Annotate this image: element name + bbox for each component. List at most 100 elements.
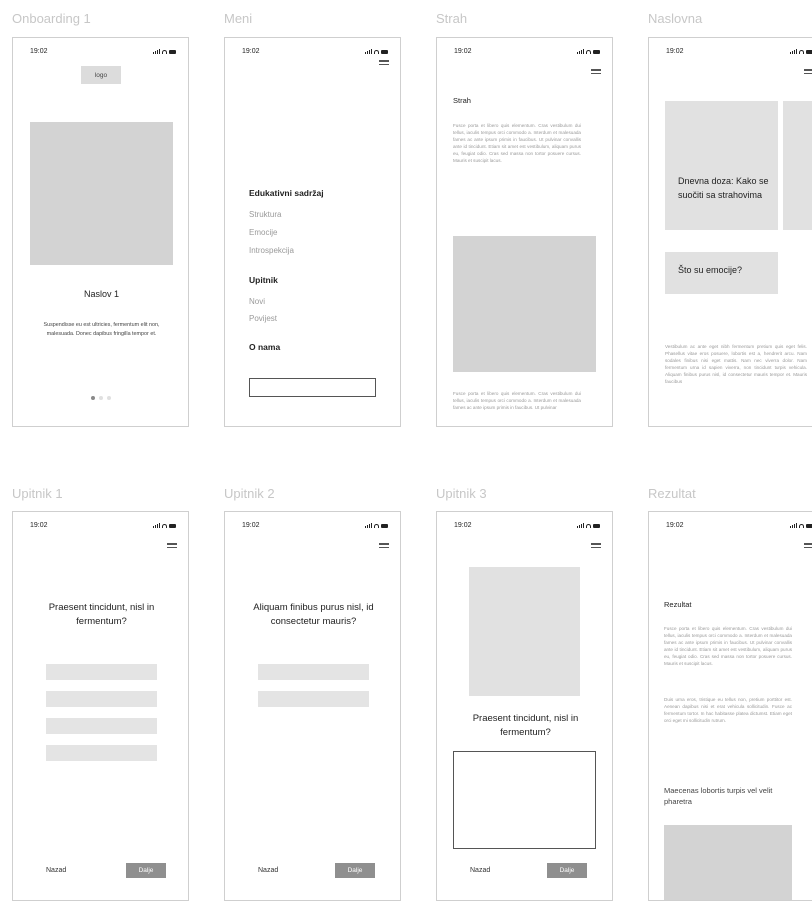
strah-heading: Strah xyxy=(453,96,471,105)
status-bar: 19:02 xyxy=(649,522,812,532)
battery-icon xyxy=(169,523,176,528)
rezultat-text-2: Duis urna eros, tristique eu tellus non,… xyxy=(664,697,792,723)
page-dot[interactable] xyxy=(99,396,103,400)
battery-icon xyxy=(381,523,388,528)
frame-title-upitnik-1: Upitnik 1 xyxy=(12,486,63,501)
battery-icon xyxy=(806,49,812,54)
status-time: 19:02 xyxy=(666,48,684,55)
naslovna-text: Vestibulum ac ante eget nibh fermentum p… xyxy=(665,344,807,384)
signal-icon xyxy=(365,523,372,528)
naslovna-screen: 19:02 Dnevna doza: Kako se suočiti sa st… xyxy=(648,37,812,427)
onboarding-image xyxy=(30,122,173,265)
battery-icon xyxy=(381,49,388,54)
menu-section-o-nama[interactable]: O nama xyxy=(249,342,280,352)
signal-icon xyxy=(577,523,584,528)
answer-option[interactable] xyxy=(46,718,157,734)
status-time: 19:02 xyxy=(454,522,472,529)
back-button[interactable]: Nazad xyxy=(46,867,66,874)
back-button[interactable]: Nazad xyxy=(470,867,490,874)
onboarding-text: Suspendisse eu est ultricies, fermentum … xyxy=(43,322,160,337)
rezultat-subheading: Maecenas lobortis turpis vel velit phare… xyxy=(664,786,773,806)
battery-icon xyxy=(593,49,600,54)
menu-item-struktura[interactable]: Struktura xyxy=(249,210,281,219)
menu-icon[interactable] xyxy=(804,543,812,550)
menu-item-povijest[interactable]: Povijest xyxy=(249,314,277,323)
question-text: Aliquam finibus purus nisl, id consectet… xyxy=(253,602,374,627)
wifi-icon xyxy=(162,49,167,54)
status-icons xyxy=(577,523,600,528)
wifi-icon xyxy=(799,49,804,54)
onboarding-screen: 19:02 logo Naslov 1 Suspendisse eu est u… xyxy=(12,37,189,427)
card-next-partial[interactable] xyxy=(783,101,812,230)
frame-title-upitnik-3: Upitnik 3 xyxy=(436,486,487,501)
answer-option[interactable] xyxy=(46,664,157,680)
frame-title-upitnik-2: Upitnik 2 xyxy=(224,486,275,501)
menu-screen: 19:02 Edukativni sadržaj Struktura Emoci… xyxy=(224,37,401,427)
status-bar: 19:02 xyxy=(437,48,612,58)
onboarding-heading: Naslov 1 xyxy=(83,289,119,299)
page-dot-active[interactable] xyxy=(91,396,95,400)
status-time: 19:02 xyxy=(242,48,260,55)
answer-textbox[interactable] xyxy=(453,751,596,849)
menu-item-novi[interactable]: Novi xyxy=(249,297,265,306)
menu-input-box[interactable] xyxy=(249,378,376,397)
menu-section-upitnik: Upitnik xyxy=(249,275,278,285)
answer-option[interactable] xyxy=(258,664,369,680)
next-button[interactable]: Dalje xyxy=(335,863,375,878)
menu-icon[interactable] xyxy=(591,543,601,550)
status-icons xyxy=(153,523,176,528)
back-button[interactable]: Nazad xyxy=(258,867,278,874)
status-time: 19:02 xyxy=(242,522,260,529)
wifi-icon xyxy=(162,523,167,528)
menu-icon[interactable] xyxy=(379,543,389,550)
card-dnevna-doza[interactable]: Dnevna doza: Kako se suočiti sa strahovi… xyxy=(665,101,778,230)
next-button[interactable]: Dalje xyxy=(547,863,587,878)
upitnik-3-screen: 19:02 Praesent tincidunt, nisl in fermen… xyxy=(436,511,613,901)
card-sto-su-emocije-label: Što su emocije? xyxy=(678,265,743,275)
status-icons xyxy=(790,523,812,528)
battery-icon xyxy=(806,523,812,528)
status-icons xyxy=(365,523,388,528)
page-dots[interactable] xyxy=(91,396,111,400)
menu-section-educational: Edukativni sadržaj xyxy=(249,188,324,198)
answer-option[interactable] xyxy=(258,691,369,707)
answer-option[interactable] xyxy=(46,691,157,707)
frame-title-rezultat: Rezultat xyxy=(648,486,696,501)
status-time: 19:02 xyxy=(30,522,48,529)
frame-title-onboarding: Onboarding 1 xyxy=(12,11,91,26)
menu-item-introspekcija[interactable]: Introspekcija xyxy=(249,246,294,255)
frame-title-meni: Meni xyxy=(224,11,253,26)
status-icons xyxy=(577,49,600,54)
menu-icon[interactable] xyxy=(591,69,601,76)
next-button[interactable]: Dalje xyxy=(126,863,166,878)
menu-icon[interactable] xyxy=(167,543,177,550)
status-bar: 19:02 xyxy=(13,48,188,58)
signal-icon xyxy=(365,49,372,54)
upitnik-2-screen: 19:02 Aliquam finibus purus nisl, id con… xyxy=(224,511,401,901)
wifi-icon xyxy=(374,523,379,528)
menu-icon[interactable] xyxy=(379,60,389,67)
status-time: 19:02 xyxy=(666,522,684,529)
rezultat-image xyxy=(664,825,792,900)
battery-icon xyxy=(169,49,176,54)
battery-icon xyxy=(593,523,600,528)
menu-icon[interactable] xyxy=(804,69,812,76)
signal-icon xyxy=(153,49,160,54)
logo: logo xyxy=(81,66,121,84)
menu-item-emocije[interactable]: Emocije xyxy=(249,228,277,237)
status-bar: 19:02 xyxy=(13,522,188,532)
rezultat-heading: Rezultat xyxy=(664,600,692,609)
wifi-icon xyxy=(586,523,591,528)
page-dot[interactable] xyxy=(107,396,111,400)
frame-title-strah: Strah xyxy=(436,11,468,26)
wifi-icon xyxy=(799,523,804,528)
signal-icon xyxy=(153,523,160,528)
card-sto-su-emocije[interactable]: Što su emocije? xyxy=(665,252,778,294)
wifi-icon xyxy=(374,49,379,54)
strah-text-2: Fusce porta et libero quis elementum. Cr… xyxy=(453,391,581,410)
strah-screen: 19:02 Strah Fusce porta et libero quis e… xyxy=(436,37,613,427)
answer-option[interactable] xyxy=(46,745,157,761)
status-icons xyxy=(153,49,176,54)
signal-icon xyxy=(790,523,797,528)
status-bar: 19:02 xyxy=(649,48,812,58)
